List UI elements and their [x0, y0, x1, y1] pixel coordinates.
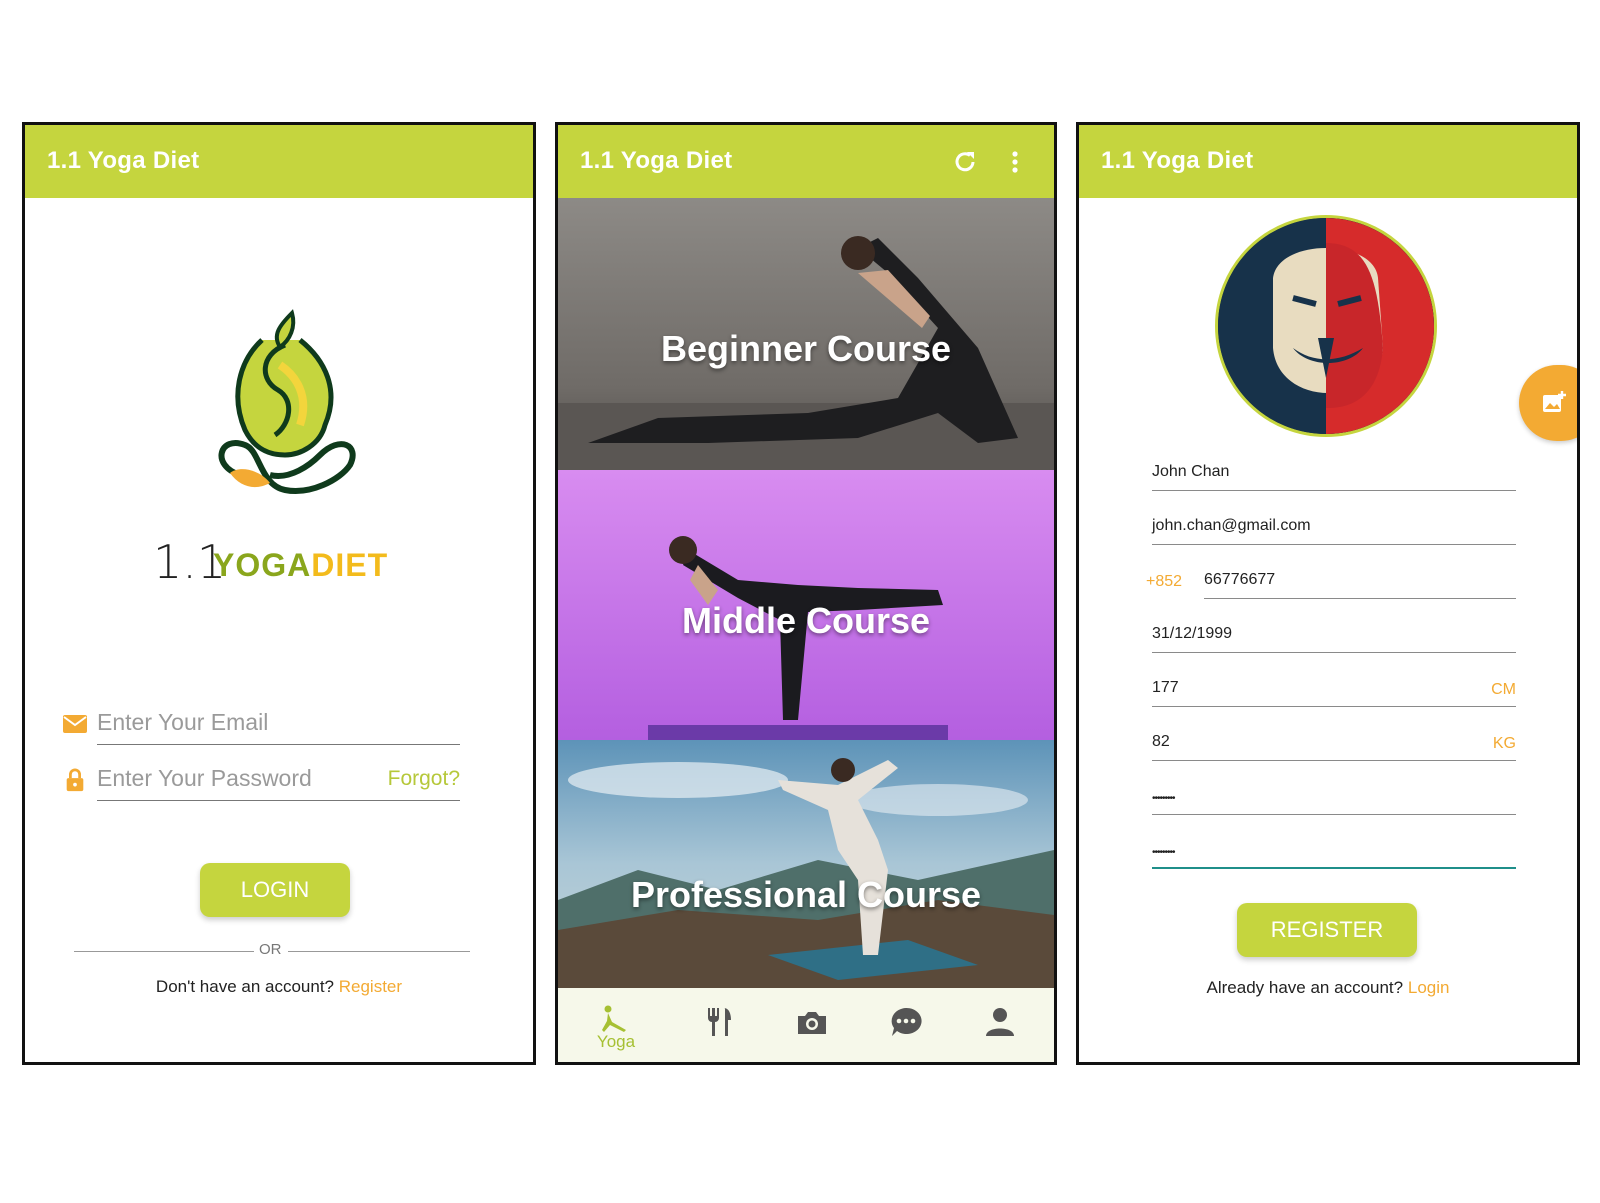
app-title: 1.1 Yoga Diet [580, 147, 733, 174]
course-card-beginner[interactable]: Beginner Course [558, 198, 1054, 470]
courses-screen: 1.1 Yoga Diet Beginner Course Middle Cou… [555, 122, 1057, 1065]
confirm-password-field[interactable]: ••••••••• [1152, 835, 1516, 869]
or-label: OR [259, 941, 282, 958]
email-row [62, 701, 462, 747]
nav-yoga[interactable]: Yoga [586, 998, 646, 1054]
lock-icon [66, 768, 84, 792]
login-screen: 1.1 Yoga Diet 1.1 YOGADIET Forgot? LOGIN… [22, 122, 536, 1065]
no-account-text: Don't have an account? [155, 977, 335, 996]
login-button[interactable]: LOGIN [200, 863, 350, 917]
height-field[interactable]: 177 CM [1152, 673, 1516, 707]
password-field[interactable]: ••••••••• [1152, 781, 1516, 815]
nav-diet[interactable] [690, 998, 750, 1054]
email-value: john.chan@gmail.com [1152, 517, 1311, 534]
register-button[interactable]: REGISTER [1237, 903, 1417, 957]
camera-icon [798, 1012, 826, 1034]
app-title: 1.1 Yoga Diet [47, 147, 200, 174]
password-mask: ••••••••• [1152, 793, 1175, 804]
nav-chat[interactable] [876, 998, 936, 1054]
phone-prefix[interactable]: +852 [1146, 573, 1182, 591]
weight-unit: KG [1492, 735, 1516, 752]
app-bar: 1.1 Yoga Diet [1079, 125, 1577, 198]
course-card-professional[interactable]: Professional Course [558, 740, 1054, 988]
nav-yoga-label: Yoga [596, 1032, 636, 1051]
course-card-middle[interactable]: Middle Course [558, 470, 1054, 740]
register-screen: 1.1 Yoga Diet John Chan john.chan@gmail.… [1076, 122, 1580, 1065]
app-title: 1.1 Yoga Diet [1101, 147, 1254, 174]
course-image-professional [558, 740, 1054, 988]
restaurant-icon [708, 1008, 731, 1036]
phone-field[interactable]: 66776677 [1204, 565, 1516, 599]
refresh-icon[interactable] [950, 147, 980, 177]
email-field[interactable] [97, 701, 460, 745]
avatar-image [1218, 218, 1434, 434]
yoga-logo-icon [218, 309, 356, 494]
app-bar: 1.1 Yoga Diet [558, 125, 1054, 198]
have-account-text: Already have an account? [1206, 978, 1404, 997]
phone-value: 66776677 [1204, 571, 1276, 588]
height-unit: CM [1491, 681, 1516, 698]
height-value: 177 [1152, 679, 1179, 696]
login-link[interactable]: Login [1408, 978, 1450, 997]
course-label: Professional Course [630, 874, 982, 915]
nav-camera[interactable] [782, 998, 842, 1054]
course-label: Beginner Course [660, 328, 952, 369]
forgot-password-link[interactable]: Forgot? [388, 767, 460, 791]
weight-field[interactable]: 82 KG [1152, 727, 1516, 761]
email-field[interactable]: john.chan@gmail.com [1152, 511, 1516, 545]
birthday-value: 31/12/1999 [1152, 625, 1233, 642]
add-photo-button[interactable] [1519, 365, 1577, 441]
course-label: Middle Course [681, 600, 931, 641]
yoga-icon [602, 1005, 626, 1032]
password-row: Forgot? [62, 757, 462, 803]
divider-left [74, 951, 254, 952]
name-field[interactable]: John Chan [1152, 457, 1516, 491]
bottom-navigation: Yoga [558, 988, 1054, 1062]
divider-right [288, 951, 470, 952]
logo-yoga: YOGA [213, 547, 312, 583]
register-link[interactable]: Register [339, 977, 402, 996]
chat-icon [891, 1007, 922, 1036]
confirm-password-mask: ••••••••• [1152, 847, 1175, 858]
mail-icon [63, 715, 87, 733]
logo-diet: DIET [311, 547, 389, 583]
logo-wordmark: 1.1 YOGADIET [153, 535, 413, 589]
avatar[interactable] [1215, 215, 1437, 437]
birthday-field[interactable]: 31/12/1999 [1152, 619, 1516, 653]
add-photo-icon [1543, 391, 1566, 412]
weight-value: 82 [1152, 733, 1170, 750]
nav-profile[interactable] [970, 998, 1030, 1054]
name-value: John Chan [1152, 463, 1230, 480]
person-icon [986, 1008, 1014, 1036]
login-prompt: Already have an account? Login [1079, 978, 1577, 998]
logo-word: YOGADIET [213, 547, 388, 584]
register-prompt: Don't have an account? Register [25, 977, 533, 997]
app-bar: 1.1 Yoga Diet [25, 125, 533, 198]
more-vert-icon[interactable] [1000, 147, 1030, 177]
